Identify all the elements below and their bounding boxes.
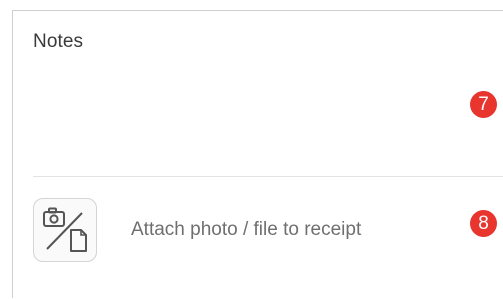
notes-field[interactable]: Notes bbox=[13, 11, 503, 177]
notes-label: Notes bbox=[33, 31, 84, 52]
attach-photo-file-button[interactable]: Attach photo / file to receipt bbox=[13, 177, 503, 299]
receipt-details-panel: Notes 7 Attach photo / file to receipt 8 bbox=[12, 10, 503, 298]
callout-marker-8: 8 bbox=[470, 210, 497, 237]
callout-marker-7: 7 bbox=[470, 91, 497, 118]
attach-label: Attach photo / file to receipt bbox=[131, 219, 362, 240]
camera-file-icon bbox=[33, 198, 97, 262]
